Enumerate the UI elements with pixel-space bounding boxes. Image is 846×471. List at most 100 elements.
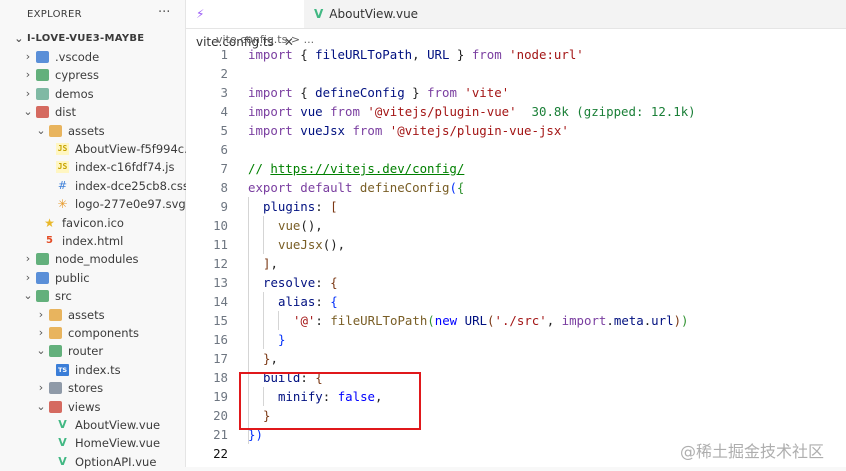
- vue-icon: V: [314, 7, 324, 21]
- tab-vite-config[interactable]: ⚡vite.config.ts ✕: [186, 0, 304, 49]
- tree-item-label: AboutView.vue: [75, 418, 161, 432]
- tree-item[interactable]: › components: [0, 324, 185, 342]
- code-line: 12],: [186, 254, 846, 273]
- js-file-icon: JS: [56, 143, 69, 155]
- line-number: 19: [213, 389, 228, 404]
- code-line: 1 import { fileURLToPath, URL } from 'nod…: [186, 45, 846, 64]
- tree-item[interactable]: › demos: [0, 85, 185, 103]
- chevron-right-icon: ›: [25, 252, 31, 266]
- tree-item-label: stores: [68, 381, 104, 396]
- chevron-right-icon: ›: [25, 68, 31, 82]
- html-file-icon: 5: [46, 235, 53, 246]
- tree-item-label: logo-277e0e97.svg: [75, 197, 186, 212]
- code-line: 4 import vue from '@vitejs/plugin-vue' 30…: [186, 102, 846, 121]
- chevron-down-icon: ⌄: [36, 399, 46, 413]
- more-actions-icon[interactable]: ···: [158, 5, 170, 20]
- tree-item[interactable]: ⌄ dist: [0, 103, 185, 121]
- line-number: 5: [220, 123, 228, 138]
- code-line: 11 vueJsx(),: [186, 235, 846, 254]
- ts-file-icon: TS: [56, 363, 69, 376]
- tree-item[interactable]: ⌄ assets: [0, 122, 185, 140]
- folder-icon: [36, 87, 49, 100]
- chevron-right-icon: ›: [25, 86, 31, 100]
- code-line: 2: [186, 64, 846, 83]
- tree-item[interactable]: # index-dce25cb8.css: [0, 177, 189, 195]
- code-line: 5 import vueJsx from '@vitejs/plugin-vue-…: [186, 121, 846, 140]
- chevron-down-icon: ⌄: [36, 344, 46, 358]
- tree-item-label: AboutView-f5f994c...: [75, 142, 196, 156]
- code-line: 14 alias: {: [186, 292, 846, 311]
- tree-item[interactable]: › cypress: [0, 66, 185, 84]
- tree-item[interactable]: › node_modules: [0, 250, 185, 268]
- tree-item[interactable]: › stores: [0, 379, 185, 397]
- chevron-down-icon: ⌄: [36, 123, 46, 137]
- line-number: 10: [213, 218, 228, 233]
- tree-item-label: router: [68, 344, 104, 359]
- tab-bar: ⚡vite.config.ts ✕ V AboutView.vue: [186, 0, 846, 49]
- tree-item-label: demos: [55, 86, 94, 101]
- tree-item[interactable]: ⌄ router: [0, 342, 185, 360]
- tab-aboutview[interactable]: V AboutView.vue: [304, 0, 422, 28]
- line-number: 21: [213, 427, 228, 442]
- tree-item[interactable]: › public: [0, 269, 185, 287]
- tree-item[interactable]: JS index-c16fdf74.js: [0, 158, 185, 176]
- vue-file-icon: V: [58, 436, 67, 450]
- tree-item[interactable]: 5 index.html: [0, 232, 185, 250]
- line-number: 22: [213, 446, 228, 461]
- tree-item-label: components: [68, 326, 140, 340]
- tree-root-label: I-LOVE-VUE3-MAYBE: [27, 33, 145, 44]
- css-file-icon: #: [57, 178, 68, 192]
- watermark: @稀土掘金技术社区: [680, 442, 825, 461]
- chevron-down-icon: ⌄: [23, 289, 33, 303]
- tree-item[interactable]: ⌄ src: [0, 287, 185, 305]
- code-line: 8 export default defineConfig({: [186, 178, 846, 197]
- config-link[interactable]: https://vitejs.dev/config/: [270, 161, 464, 176]
- vue-file-icon: V: [58, 454, 67, 468]
- code-line: 7// https://vitejs.dev/config/: [186, 159, 846, 178]
- tree-item[interactable]: ✳ logo-277e0e97.svg: [0, 195, 185, 213]
- folder-icon: [36, 69, 49, 82]
- code-line: 10 vue(),: [186, 216, 846, 235]
- tree-root[interactable]: ⌄ I-LOVE-VUE3-MAYBE: [0, 30, 185, 48]
- tree-item[interactable]: V OptionAPI.vue: [0, 453, 185, 471]
- chevron-right-icon: ›: [25, 50, 31, 63]
- tree-item[interactable]: ⌄ views: [0, 398, 185, 416]
- tree-item-label: node_modules: [55, 252, 139, 267]
- tree-item[interactable]: JS AboutView-f5f994c...: [0, 140, 195, 158]
- tree-item-label: index.ts: [75, 362, 121, 377]
- folder-icon: [36, 51, 49, 63]
- line-number: 15: [213, 313, 228, 328]
- code-line: 16}: [186, 330, 846, 349]
- line-number: 18: [213, 370, 228, 385]
- vue-file-icon: V: [58, 418, 67, 431]
- tree-item-label: OptionAPI.vue: [75, 454, 157, 469]
- tree-item[interactable]: TS index.ts: [0, 361, 185, 379]
- line-number: 7: [220, 161, 228, 176]
- tree-item-label: index-dce25cb8.css: [75, 178, 189, 193]
- tree-item[interactable]: › .vscode: [0, 48, 185, 66]
- tree-item[interactable]: V HomeView.vue: [0, 434, 185, 452]
- line-number: 1: [220, 47, 228, 62]
- vite-icon: ⚡: [196, 7, 205, 21]
- chevron-down-icon: ⌄: [23, 105, 33, 119]
- tree-item-label: cypress: [55, 68, 99, 83]
- tree-item-label: src: [55, 289, 72, 304]
- chevron-right-icon: ›: [38, 326, 44, 339]
- tab-label: AboutView.vue: [329, 7, 419, 21]
- import-cost-hint: 30.8k (gzipped: 12.1k): [516, 104, 696, 119]
- tree-item-label: assets: [68, 307, 105, 322]
- line-number: 13: [213, 275, 228, 290]
- line-number: 3: [220, 85, 228, 100]
- tree-item-label: assets: [68, 123, 105, 138]
- tree-item-label: index.html: [62, 234, 124, 248]
- tree-item[interactable]: › assets: [0, 306, 185, 324]
- tree-item[interactable]: ★ favicon.ico: [0, 214, 185, 232]
- line-number: 6: [220, 142, 228, 157]
- tree-item-label: views: [68, 399, 101, 414]
- folder-icon: [49, 382, 62, 395]
- line-number: 8: [220, 180, 228, 195]
- tree-item[interactable]: V AboutView.vue: [0, 416, 185, 434]
- highlight-box: [239, 372, 421, 430]
- tree-item-label: HomeView.vue: [75, 436, 161, 451]
- line-number: 12: [213, 256, 228, 271]
